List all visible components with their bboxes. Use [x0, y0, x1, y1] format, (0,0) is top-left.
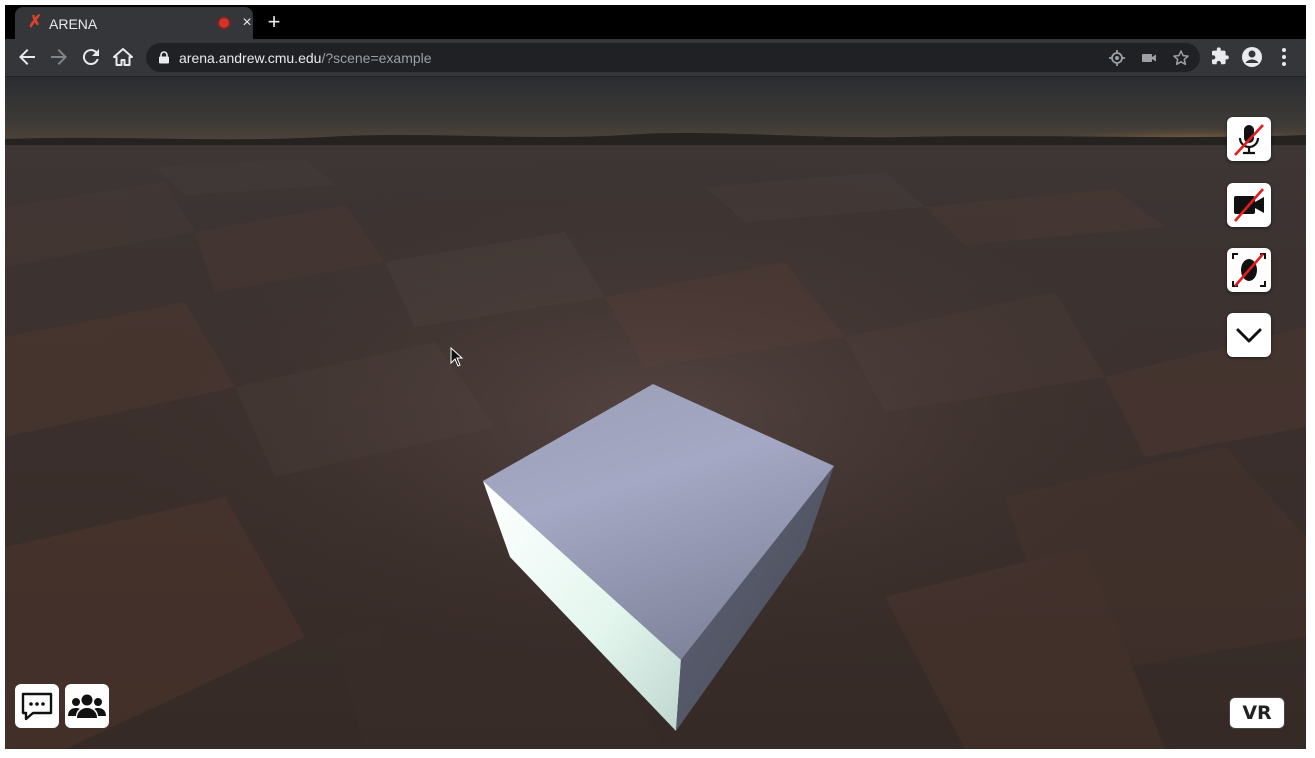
- mouse-cursor-icon: [450, 347, 464, 367]
- extensions-icon: [1212, 47, 1229, 65]
- face-tracking-toggle-button[interactable]: [1227, 248, 1271, 292]
- url-path: /?scene=example: [321, 50, 432, 66]
- browser-toolbar: arena.andrew.cmu.edu/?scene=example: [5, 39, 1306, 77]
- forward-button[interactable]: [47, 45, 71, 69]
- forward-icon: [51, 49, 67, 65]
- camera-toggle-button[interactable]: [1227, 183, 1271, 227]
- url-text: arena.andrew.cmu.edu/?scene=example: [179, 50, 432, 66]
- tab-arena[interactable]: ✗ ARENA ×: [15, 7, 253, 39]
- arena-x-icon: ✗: [28, 12, 43, 31]
- location-icon[interactable]: [1108, 49, 1126, 67]
- tab-strip: ✗ ARENA × +: [5, 5, 1306, 39]
- back-button[interactable]: [15, 45, 39, 69]
- face-tracking-off-icon: [1232, 253, 1266, 287]
- scene-background: [5, 77, 1306, 749]
- chevron-down-icon: [1236, 328, 1262, 343]
- new-tab-button[interactable]: +: [263, 11, 285, 33]
- star-icon[interactable]: [1172, 49, 1190, 67]
- users-icon: [68, 694, 106, 718]
- reload-button[interactable]: [79, 45, 103, 69]
- reload-icon: [82, 49, 99, 66]
- camera-icon[interactable]: [1140, 49, 1158, 67]
- lock-icon: [159, 51, 169, 64]
- profile-button[interactable]: [1240, 45, 1264, 69]
- vr-button[interactable]: VR: [1229, 697, 1285, 729]
- chat-icon: [21, 692, 53, 721]
- menu-button[interactable]: [1272, 45, 1296, 69]
- profile-icon: [1242, 47, 1262, 67]
- more-controls-button[interactable]: [1227, 313, 1271, 357]
- browser-window: ✗ ARENA × + arena.andrew.cmu.edu/?scene=…: [5, 5, 1306, 749]
- mic-toggle-button[interactable]: [1227, 117, 1271, 161]
- 3d-scene-canvas[interactable]: VR: [5, 77, 1306, 749]
- menu-icon: [1282, 48, 1286, 66]
- url-host: arena.andrew.cmu.edu: [179, 50, 322, 66]
- camera-off-icon: [1234, 188, 1264, 222]
- address-bar[interactable]: arena.andrew.cmu.edu/?scene=example: [146, 43, 1200, 72]
- chat-button[interactable]: [15, 684, 59, 728]
- home-button[interactable]: [111, 45, 135, 69]
- extensions-button[interactable]: [1208, 45, 1232, 69]
- recording-dot-icon: [219, 18, 229, 28]
- home-icon: [113, 48, 133, 66]
- users-button[interactable]: [65, 684, 109, 728]
- tab-close-button[interactable]: ×: [238, 14, 256, 32]
- back-icon: [19, 49, 35, 65]
- tab-title: ARENA: [49, 16, 98, 32]
- mic-off-icon: [1234, 124, 1264, 156]
